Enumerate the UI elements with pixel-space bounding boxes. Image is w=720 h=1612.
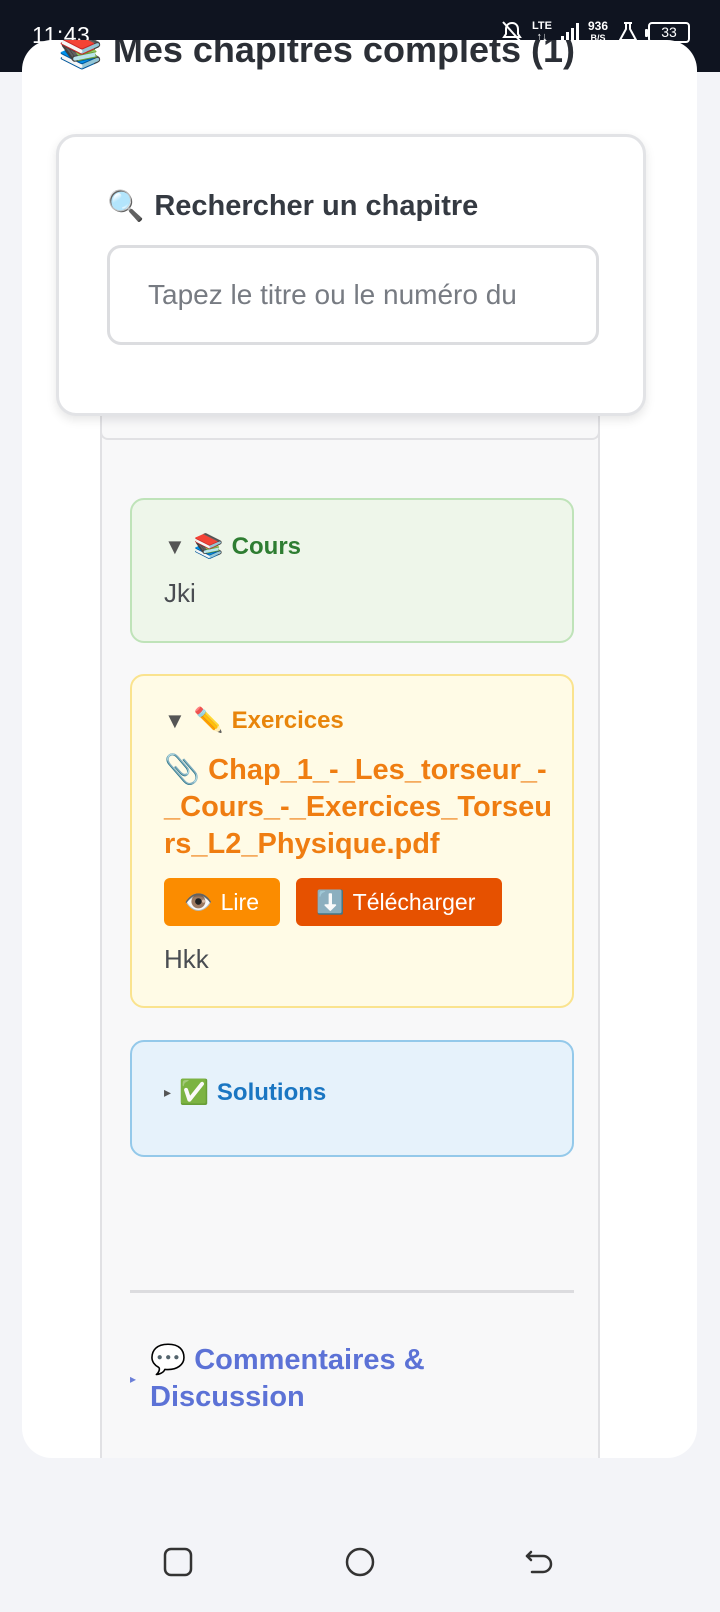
search-title-label: Rechercher un chapitre <box>154 190 479 222</box>
recents-button[interactable] <box>162 1546 194 1583</box>
section-cours-text: Jki <box>164 578 196 608</box>
chapter-panel: ▼ 📚 Cours Jki ▼ ✏️ Exercices 📎 Chap_1_-_… <box>100 410 600 1458</box>
back-button[interactable] <box>524 1546 556 1583</box>
pencil-icon: ✏️ <box>193 707 224 734</box>
section-exercices: ▼ ✏️ Exercices 📎 Chap_1_-_Les_torseur_-_… <box>130 674 574 1008</box>
download-icon: ⬇️ <box>316 888 345 915</box>
signal-icon <box>560 22 579 42</box>
expand-arrow-icon: ▸ <box>164 1084 172 1100</box>
books-icon: 📚 <box>193 533 224 560</box>
section-exercices-header[interactable]: ▼ ✏️ Exercices <box>164 706 344 735</box>
section-solutions-header[interactable]: ▸ ✅ Solutions <box>164 1078 326 1107</box>
comments-title: 💬 Commentaires & Discussion <box>150 1344 425 1413</box>
section-cours-title: Cours <box>231 532 302 560</box>
divider <box>130 1290 574 1293</box>
battery-level: 33 <box>661 24 677 40</box>
check-icon: ✅ <box>179 1079 209 1106</box>
search-input[interactable] <box>107 245 599 345</box>
section-solutions-title: Solutions <box>216 1078 327 1106</box>
section-cours: ▼ 📚 Cours Jki <box>130 498 574 643</box>
collapse-arrow-icon: ▼ <box>164 707 186 733</box>
collapse-arrow-icon: ▼ <box>164 533 186 559</box>
download-button-label: Télécharger <box>352 888 476 915</box>
section-exercices-title: Exercices <box>231 706 344 734</box>
paperclip-icon: 📎 <box>164 754 201 786</box>
home-button[interactable] <box>344 1546 376 1583</box>
eye-icon: 👁️ <box>184 888 213 915</box>
page-title: 📚 Mes chapitres complets (1) <box>58 40 575 70</box>
section-cours-header[interactable]: ▼ 📚 Cours <box>164 532 301 561</box>
read-button-label: Lire <box>220 888 259 915</box>
search-title: 🔍 Rechercher un chapitre <box>107 189 478 224</box>
search-icon: 🔍 <box>107 190 145 223</box>
section-exercices-text: Hkk <box>164 944 209 974</box>
section-solutions[interactable]: ▸ ✅ Solutions <box>130 1040 574 1157</box>
search-card: 🔍 Rechercher un chapitre <box>56 134 646 416</box>
comments-toggle[interactable]: ▸ 💬 Commentaires & Discussion <box>130 1342 470 1416</box>
expand-arrow-icon: ▸ <box>130 1372 137 1386</box>
file-link[interactable]: 📎 Chap_1_-_Les_torseur_-_Cours_-_Exercic… <box>164 752 554 863</box>
read-button[interactable]: 👁️ Lire <box>164 878 280 926</box>
main-card: 📚 Mes chapitres complets (1) ▼ 📚 Cours J… <box>22 40 697 1458</box>
file-name: Chap_1_-_Les_torseur_-_Cours_-_Exercices… <box>164 754 552 860</box>
speech-bubble-icon: 💬 <box>150 1344 187 1376</box>
file-actions: 👁️ Lire ⬇️ Télécharger <box>164 878 502 926</box>
navigation-bar <box>0 1458 720 1612</box>
download-button[interactable]: ⬇️ Télécharger <box>296 878 502 926</box>
